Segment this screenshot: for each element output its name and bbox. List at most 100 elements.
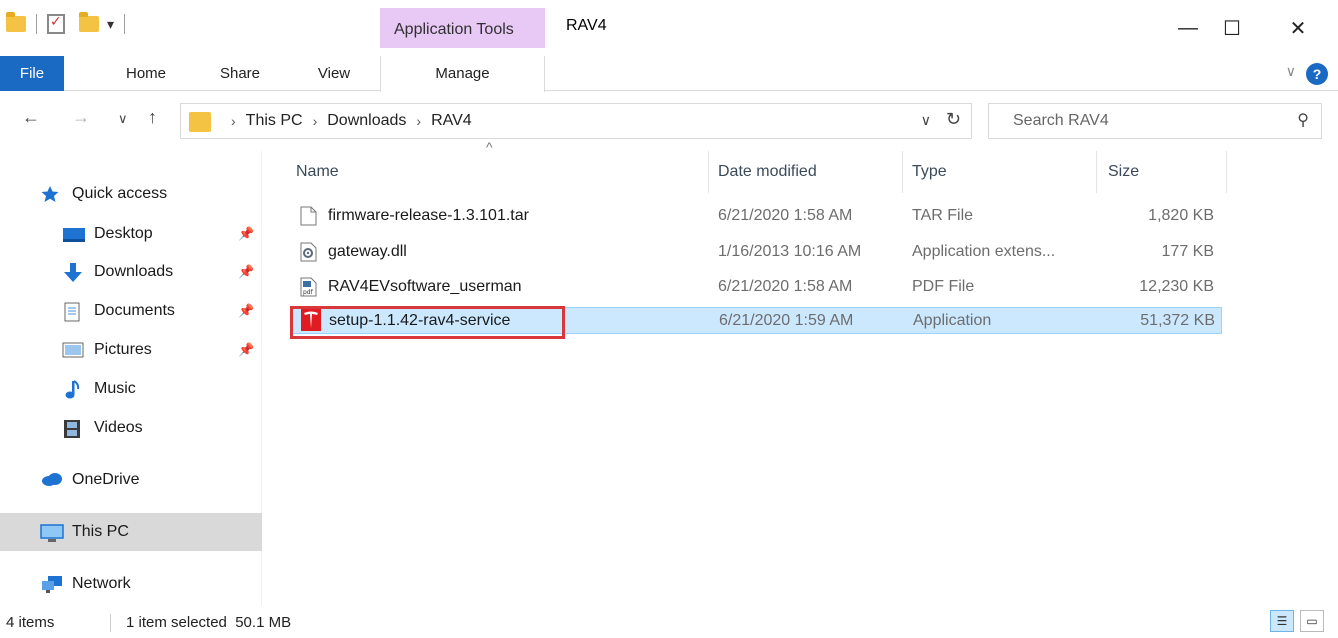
column-divider[interactable] [1226, 151, 1227, 193]
pin-icon[interactable]: 📌 [238, 303, 254, 319]
status-separator [110, 614, 111, 632]
file-size: 12,230 KB [1139, 278, 1214, 295]
sidebar-item-label: Downloads [94, 263, 174, 280]
new-folder-icon[interactable] [79, 12, 99, 32]
minimize-button[interactable]: — [1168, 10, 1208, 46]
details-view-icon[interactable]: ☰ [1270, 610, 1294, 632]
sidebar-item-music[interactable]: Music [0, 370, 262, 408]
file-type: Application [913, 312, 992, 329]
table-row[interactable]: pdf RAV4EVsoftware_userman 6/21/2020 1:5… [290, 274, 1222, 301]
search-box[interactable]: ⚲ [988, 103, 1322, 139]
quick-access-toolbar: ▾ [0, 8, 135, 40]
search-input[interactable] [989, 104, 1279, 138]
desktop-icon [62, 225, 85, 243]
monitor-icon [40, 523, 64, 542]
breadcrumb-chevron-icon[interactable]: › [313, 113, 318, 129]
sidebar-item-this-pc[interactable]: This PC [0, 513, 262, 551]
table-row[interactable]: firmware-release-1.3.101.tar 6/21/2020 1… [290, 203, 1222, 230]
column-header-name[interactable]: Name [296, 151, 339, 193]
help-icon[interactable]: ? [1306, 63, 1328, 85]
breadcrumb: › This PC › Downloads › RAV4 [221, 104, 472, 138]
refresh-icon[interactable]: ↻ [946, 109, 961, 130]
sidebar-item-network[interactable]: Network [0, 565, 262, 603]
tab-share[interactable]: Share [202, 56, 278, 91]
pin-icon[interactable]: 📌 [238, 226, 254, 242]
sidebar-item-label: Videos [94, 419, 143, 436]
file-type: Application extens... [912, 243, 1056, 260]
film-icon [62, 419, 84, 438]
sidebar-item-label: This PC [72, 523, 129, 540]
sidebar-item-desktop[interactable]: Desktop 📌 [0, 215, 262, 253]
sidebar-item-videos[interactable]: Videos [0, 409, 262, 447]
picture-icon [62, 341, 84, 359]
blank-file-icon [300, 206, 317, 226]
column-divider[interactable] [1096, 151, 1097, 193]
column-header-type[interactable]: Type [912, 151, 947, 193]
breadcrumb-chevron-icon[interactable]: › [231, 113, 236, 129]
customize-toolbar-dropdown-icon[interactable]: ▾ [107, 16, 114, 33]
status-bar: 4 items 1 item selected 50.1 MB ☰ ▭ [0, 606, 1338, 638]
window-title: RAV4 [566, 17, 607, 34]
sidebar-item-pictures[interactable]: Pictures 📌 [0, 331, 262, 369]
table-row[interactable]: gateway.dll 1/16/2013 10:16 AM Applicati… [290, 239, 1222, 266]
file-date: 6/21/2020 1:59 AM [719, 312, 854, 329]
music-note-icon [62, 380, 84, 399]
large-icons-view-icon[interactable]: ▭ [1300, 610, 1324, 632]
selection-info: 1 item selected 50.1 MB [126, 614, 292, 631]
application-tools-context-tab: Application Tools [380, 8, 545, 48]
sidebar-item-onedrive[interactable]: OneDrive [0, 461, 262, 499]
sidebar-item-downloads[interactable]: Downloads 📌 [0, 253, 262, 291]
item-count: 4 items [6, 614, 55, 631]
folder-icon [6, 12, 26, 32]
breadcrumb-rav4[interactable]: RAV4 [431, 112, 472, 130]
svg-text:pdf: pdf [303, 289, 314, 296]
tab-file[interactable]: File [0, 56, 64, 91]
collapse-ribbon-icon[interactable]: ∨ [1286, 63, 1296, 80]
column-divider[interactable] [902, 151, 903, 193]
forward-button[interactable]: → [72, 107, 90, 128]
address-dropdown-icon[interactable]: ∨ [921, 112, 931, 129]
document-icon [62, 302, 84, 322]
sidebar-item-label: Desktop [94, 225, 153, 242]
tab-home[interactable]: Home [108, 56, 184, 91]
file-list: ^ Name Date modified Type Size firmware-… [280, 139, 1338, 606]
toolbar-separator [124, 14, 126, 34]
column-header-date-modified[interactable]: Date modified [718, 151, 817, 193]
search-icon[interactable]: ⚲ [1297, 110, 1309, 130]
file-date: 6/21/2020 1:58 AM [718, 207, 853, 224]
breadcrumb-downloads[interactable]: Downloads [327, 112, 406, 130]
file-date: 1/16/2013 10:16 AM [718, 243, 862, 260]
network-icon [40, 575, 62, 593]
star-icon [40, 185, 62, 203]
file-name: RAV4EVsoftware_userman [328, 278, 522, 295]
breadcrumb-chevron-icon[interactable]: › [416, 113, 421, 129]
sidebar-item-quick-access[interactable]: Quick access [0, 175, 262, 213]
cloud-icon [40, 471, 62, 489]
address-bar[interactable]: › This PC › Downloads › RAV4 ∨ ↻ [180, 103, 972, 139]
maximize-button[interactable]: ☐ [1212, 10, 1252, 46]
column-header-size[interactable]: Size [1108, 151, 1139, 193]
tab-view[interactable]: View [296, 56, 372, 91]
sidebar-item-documents[interactable]: Documents 📌 [0, 292, 262, 330]
navigation-pane: Quick access Desktop 📌 Downloads 📌 Docum… [0, 151, 262, 606]
file-size: 177 KB [1161, 243, 1214, 260]
properties-icon[interactable] [47, 13, 65, 34]
pin-icon[interactable]: 📌 [238, 264, 254, 280]
tab-manage[interactable]: Manage [380, 56, 545, 92]
column-divider[interactable] [708, 151, 709, 193]
file-size: 1,820 KB [1148, 207, 1214, 224]
pin-icon[interactable]: 📌 [238, 342, 254, 358]
close-button[interactable]: ✕ [1278, 10, 1318, 46]
sidebar-item-label: Pictures [94, 341, 152, 358]
sidebar-item-label: Music [94, 380, 136, 397]
recent-locations-dropdown[interactable]: ∨ [118, 111, 128, 127]
title-bar: ▾ Application Tools RAV4 — ☐ ✕ [0, 0, 1338, 56]
sidebar-item-label: Quick access [72, 185, 168, 202]
up-button[interactable]: ↑ [148, 107, 157, 128]
sidebar-item-label: OneDrive [72, 471, 140, 488]
breadcrumb-this-pc[interactable]: This PC [246, 112, 303, 130]
back-button[interactable]: ← [22, 107, 40, 128]
download-arrow-icon [62, 263, 84, 282]
file-date: 6/21/2020 1:58 AM [718, 278, 853, 295]
toolbar-separator [36, 14, 37, 34]
